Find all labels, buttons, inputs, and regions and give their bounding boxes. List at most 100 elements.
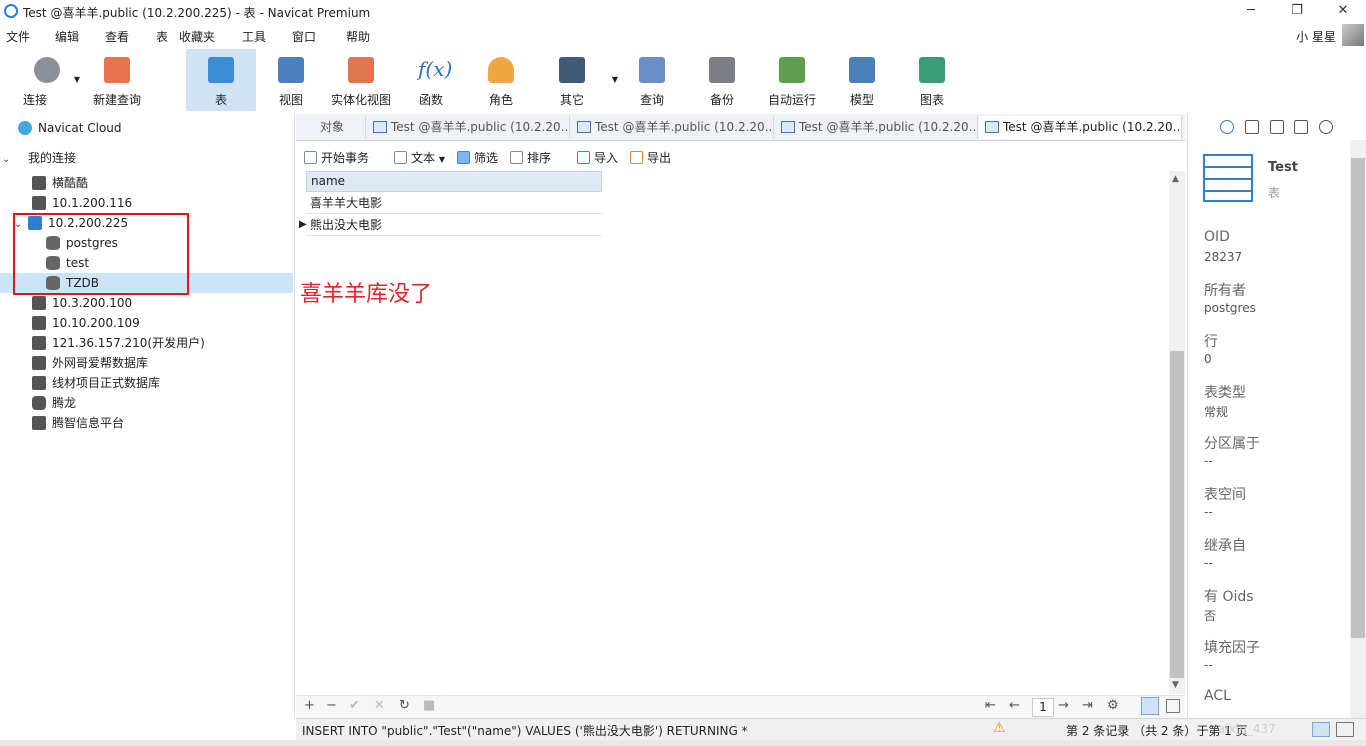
tab-table-4[interactable]: Test @喜羊羊.public (10.2.20... [979, 116, 1182, 139]
grid-view-toggle-icon[interactable] [1141, 697, 1159, 715]
minimize-button[interactable]: ─ [1228, 0, 1274, 23]
stop-button[interactable]: ■ [423, 698, 435, 713]
prop-label: 有 Oids [1204, 589, 1254, 605]
chart-button[interactable]: 图表 [902, 49, 962, 111]
table-button[interactable]: 表 [186, 49, 256, 111]
prop-label: 表空间 [1204, 487, 1246, 503]
role-button[interactable]: 角色 [466, 49, 536, 111]
mysql-connection-icon [32, 416, 46, 430]
materialized-view-button[interactable]: 实体化视图 [326, 49, 396, 111]
delete-record-button[interactable]: − [326, 698, 337, 713]
layout-toggle-icon[interactable] [1336, 722, 1354, 737]
tab-table-3[interactable]: Test @喜羊羊.public (10.2.20... [775, 116, 978, 139]
my-connections-group[interactable]: ⌄ 我的连接 [2, 148, 76, 168]
avatar[interactable] [1342, 24, 1364, 46]
connection-label: 10.1.200.116 [52, 196, 133, 210]
last-page-button[interactable]: ⇥ [1082, 698, 1093, 713]
export-label: 导出 [647, 151, 672, 165]
my-connections-label: 我的连接 [28, 151, 77, 165]
layout-toggle-icon[interactable] [1312, 722, 1330, 737]
page-number-input[interactable]: 1 [1032, 698, 1054, 717]
scroll-up-icon[interactable]: ▲ [1172, 174, 1179, 184]
tab-table-2[interactable]: Test @喜羊羊.public (10.2.20... [571, 116, 774, 139]
panel-scroll-thumb[interactable] [1351, 158, 1365, 638]
close-button[interactable]: ✕ [1320, 0, 1366, 23]
model-button[interactable]: 模型 [832, 49, 892, 111]
export-button[interactable]: 导出 [630, 149, 671, 166]
discard-changes-button[interactable]: ✕ [374, 698, 385, 713]
view-label: 视图 [278, 93, 303, 107]
function-button[interactable]: f(x) 函数 [396, 49, 466, 111]
begin-transaction-button[interactable]: 开始事务 [304, 149, 369, 166]
connection-item[interactable]: 腾智信息平台 [32, 413, 124, 433]
filter-icon [457, 151, 470, 164]
add-record-button[interactable]: + [304, 698, 315, 713]
prop-value: 否 [1204, 609, 1217, 623]
refresh-button[interactable]: ↻ [399, 698, 410, 713]
connection-item[interactable]: 10.3.200.100 [32, 293, 132, 313]
role-label: 角色 [488, 93, 513, 107]
connection-item[interactable]: 横酷酷 [32, 173, 88, 193]
gear-icon[interactable]: ⚙ [1107, 698, 1119, 713]
tab-label: Test @喜羊羊.public (10.2.20... [391, 120, 570, 134]
connection-item[interactable]: 10.1.200.116 [32, 193, 132, 213]
connection-label: 腾龙 [52, 396, 77, 410]
connection-label: 横酷酷 [52, 176, 89, 190]
tab-table-1[interactable]: Test @喜羊羊.public (10.2.20... [367, 116, 570, 139]
postgresql-icon [32, 316, 46, 330]
scroll-down-icon[interactable]: ▼ [1172, 680, 1179, 690]
tab-objects[interactable]: 对象 [296, 116, 366, 139]
menu-window[interactable]: 窗口 [292, 28, 316, 45]
menu-edit[interactable]: 编辑 [55, 28, 79, 45]
query-label: 查询 [639, 93, 664, 107]
menu-favorites[interactable]: 收藏夹 [179, 28, 215, 45]
query-button[interactable]: 查询 [622, 49, 682, 111]
postgresql-icon [32, 356, 46, 370]
filter-button[interactable]: 筛选 [457, 149, 498, 166]
connection-item[interactable]: 线材项目正式数据库 [32, 373, 160, 393]
text-icon [394, 151, 407, 164]
connect-button[interactable]: ▼ 连接 [12, 49, 82, 111]
menu-help[interactable]: 帮助 [346, 28, 370, 45]
restore-button[interactable]: ❐ [1274, 0, 1320, 23]
chevron-down-icon[interactable]: ⌄ [2, 150, 16, 170]
grid-scroll-thumb[interactable] [1170, 351, 1184, 678]
dependencies-icon[interactable] [1294, 120, 1308, 134]
prev-page-button[interactable]: ← [1009, 698, 1020, 713]
er-diagram-icon[interactable] [1270, 120, 1284, 134]
connection-label: 10.10.200.109 [52, 316, 140, 330]
column-header-name[interactable]: name [306, 171, 602, 192]
table-row[interactable]: 熊出没大电影 [306, 214, 602, 236]
new-query-label: 新建查询 [92, 93, 141, 107]
menu-file[interactable]: 文件 [6, 28, 30, 45]
new-query-button[interactable]: 新建查询 [86, 49, 148, 111]
other-button[interactable]: ▼ 其它 [540, 49, 620, 111]
connection-item[interactable]: 腾龙 [32, 393, 76, 413]
user-name[interactable]: 小 星星 [1296, 28, 1336, 45]
settings-icon[interactable] [1319, 120, 1333, 134]
backup-button[interactable]: 备份 [692, 49, 752, 111]
prop-value: -- [1204, 454, 1213, 468]
sort-button[interactable]: 排序 [510, 149, 551, 166]
menu-tools[interactable]: 工具 [242, 28, 266, 45]
ddl-icon[interactable] [1245, 120, 1259, 134]
connection-item[interactable]: 121.36.157.210(开发用户) [32, 333, 205, 353]
warning-icon[interactable]: ⚠ [993, 720, 1006, 736]
cloud-icon [18, 121, 32, 135]
first-page-button[interactable]: ⇤ [985, 698, 996, 713]
connection-label: 外网哥爱帮数据库 [52, 356, 149, 370]
menu-table[interactable]: 表 [156, 28, 168, 45]
menu-view[interactable]: 查看 [105, 28, 129, 45]
connection-item[interactable]: 外网哥爱帮数据库 [32, 353, 148, 373]
next-page-button[interactable]: → [1058, 698, 1069, 713]
schedule-button[interactable]: 自动运行 [762, 49, 822, 111]
connection-item[interactable]: 10.10.200.109 [32, 313, 140, 333]
navicat-cloud-item[interactable]: Navicat Cloud [18, 118, 122, 138]
form-view-toggle-icon[interactable] [1166, 699, 1180, 713]
table-row[interactable]: 喜羊羊大电影 [306, 192, 602, 214]
text-button[interactable]: 文本 ▼ [394, 149, 445, 166]
import-button[interactable]: 导入 [577, 149, 618, 166]
info-icon[interactable] [1220, 120, 1234, 134]
apply-changes-button[interactable]: ✔ [349, 698, 360, 713]
view-button[interactable]: 视图 [256, 49, 326, 111]
